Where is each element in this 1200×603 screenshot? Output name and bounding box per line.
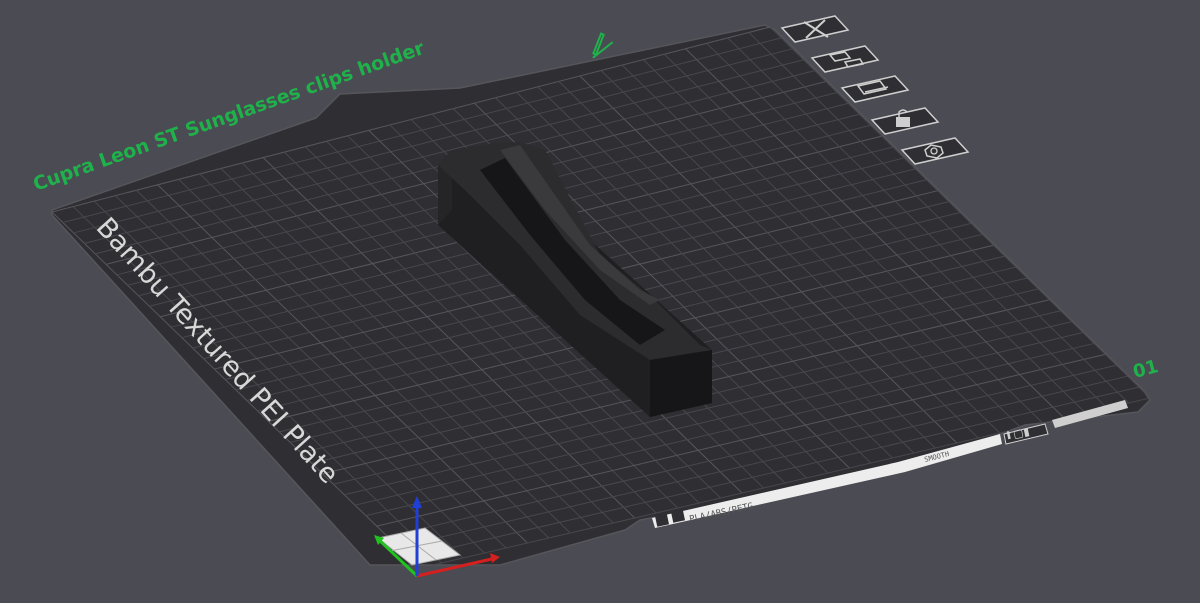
auto-arrange-button[interactable]: [810, 45, 880, 73]
auto-orient-button[interactable]: [840, 75, 910, 103]
lock-plate-button[interactable]: [870, 107, 940, 135]
3d-viewport[interactable]: Bambu Textured PEI Plate PLA/ABS/PETG SM…: [0, 0, 1200, 603]
plate-settings-button[interactable]: [900, 137, 970, 165]
edit-name-icon[interactable]: [586, 31, 615, 59]
delete-plate-button[interactable]: [780, 15, 850, 43]
plate-number: 01: [1131, 356, 1161, 383]
